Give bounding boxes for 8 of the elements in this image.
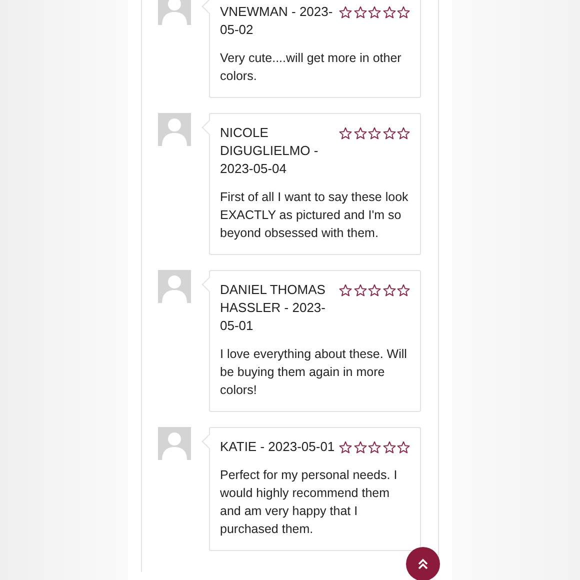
review-author-date: KATIE - 2023-05-01 [220,438,336,456]
review-text: First of all I want to say these look EXACTLY as pictured and I'm so beyond obsessed with them. [220,189,410,242]
review-text: Very cute....will get more in other colors. [220,50,402,85]
review-author-date: NICOLE DIGUGLIELMO - 2023-05-04 [220,124,320,178]
review-author-date: VNEWMAN - 2023-05-02 [220,3,334,39]
review-author-date: DANIEL THOMAS HASSLER - 2023-05-01 [220,281,326,335]
review-text: I love everything about these. Will be buying them again in more colors! [220,346,408,399]
review-text: Perfect for my personal needs. I would highly recommend them and am very happy that I purchased them. [220,467,398,538]
